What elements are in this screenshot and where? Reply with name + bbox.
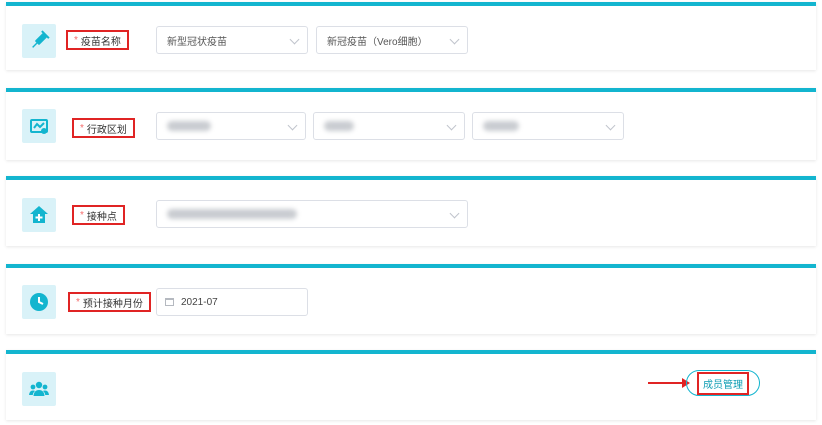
chevron-down-icon xyxy=(446,120,457,131)
district-select[interactable] xyxy=(472,112,624,140)
site-label: * 接种点 xyxy=(72,205,125,225)
chevron-down-icon xyxy=(605,120,616,131)
city-select[interactable] xyxy=(313,112,465,140)
clinic-icon xyxy=(22,198,56,232)
calendar-icon xyxy=(165,298,174,306)
region-section: * 行政区划 xyxy=(6,88,816,160)
month-section: * 预计接种月份 2021-07 xyxy=(6,264,816,334)
planned-month-label: * 预计接种月份 xyxy=(68,292,151,312)
month-value: 2021-07 xyxy=(181,296,218,308)
redacted-value xyxy=(167,121,211,131)
map-icon xyxy=(22,109,56,143)
annotation-arrow-icon xyxy=(648,378,690,388)
redacted-value xyxy=(483,121,519,131)
clock-icon xyxy=(22,285,56,319)
users-icon xyxy=(22,372,56,406)
site-select[interactable] xyxy=(156,200,468,228)
members-section: 成员管理 xyxy=(6,350,816,420)
vaccine-product-select[interactable]: 新冠疫苗（Vero细胞） xyxy=(316,26,468,54)
chevron-down-icon xyxy=(287,120,298,131)
vaccine-section: * 疫苗名称 新型冠状疫苗 新冠疫苗（Vero细胞） xyxy=(6,2,816,70)
vaccine-name-label: * 疫苗名称 xyxy=(66,30,129,50)
region-label: * 行政区划 xyxy=(72,118,135,138)
vaccine-type-select[interactable]: 新型冠状疫苗 xyxy=(156,26,308,54)
chevron-down-icon xyxy=(449,208,460,219)
member-management-button[interactable]: 成员管理 xyxy=(686,370,760,396)
chevron-down-icon xyxy=(289,34,300,45)
chevron-down-icon xyxy=(449,34,460,45)
month-picker[interactable]: 2021-07 xyxy=(156,288,308,316)
redacted-value xyxy=(167,209,297,219)
syringe-icon xyxy=(22,24,56,58)
redacted-value xyxy=(324,121,354,131)
province-select[interactable] xyxy=(156,112,306,140)
site-section: * 接种点 xyxy=(6,176,816,246)
